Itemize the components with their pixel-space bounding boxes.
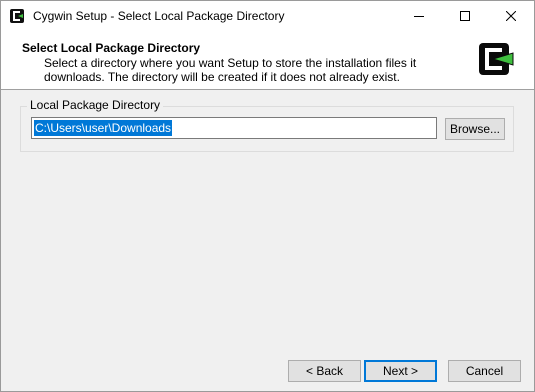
- close-icon: [506, 11, 516, 21]
- description-line-1: Select a directory where you want Setup …: [44, 56, 417, 70]
- minimize-icon: [414, 16, 424, 17]
- page-description: Select a directory where you want Setup …: [44, 56, 416, 84]
- description-line-2: downloads. The directory will be created…: [44, 70, 400, 84]
- browse-button[interactable]: Browse...: [445, 118, 505, 140]
- cygwin-logo-icon: [479, 43, 514, 75]
- title-bar[interactable]: Cygwin Setup - Select Local Package Dire…: [1, 1, 534, 31]
- page-title: Select Local Package Directory: [22, 41, 201, 55]
- minimize-button[interactable]: [396, 1, 442, 31]
- page-header: Select Local Package Directory Select a …: [1, 31, 534, 90]
- close-button[interactable]: [488, 1, 534, 31]
- back-button[interactable]: < Back: [288, 360, 361, 382]
- cancel-button[interactable]: Cancel: [448, 360, 521, 382]
- next-button[interactable]: Next >: [364, 360, 437, 382]
- cygwin-icon: [10, 9, 24, 23]
- window-title: Cygwin Setup - Select Local Package Dire…: [33, 9, 285, 23]
- local-package-directory-input[interactable]: C:\Users\user\Downloads: [31, 117, 437, 139]
- path-value: C:\Users\user\Downloads: [34, 120, 173, 136]
- maximize-icon: [460, 11, 470, 21]
- group-legend: Local Package Directory: [27, 98, 164, 112]
- maximize-button[interactable]: [442, 1, 488, 31]
- setup-window: Cygwin Setup - Select Local Package Dire…: [0, 0, 535, 392]
